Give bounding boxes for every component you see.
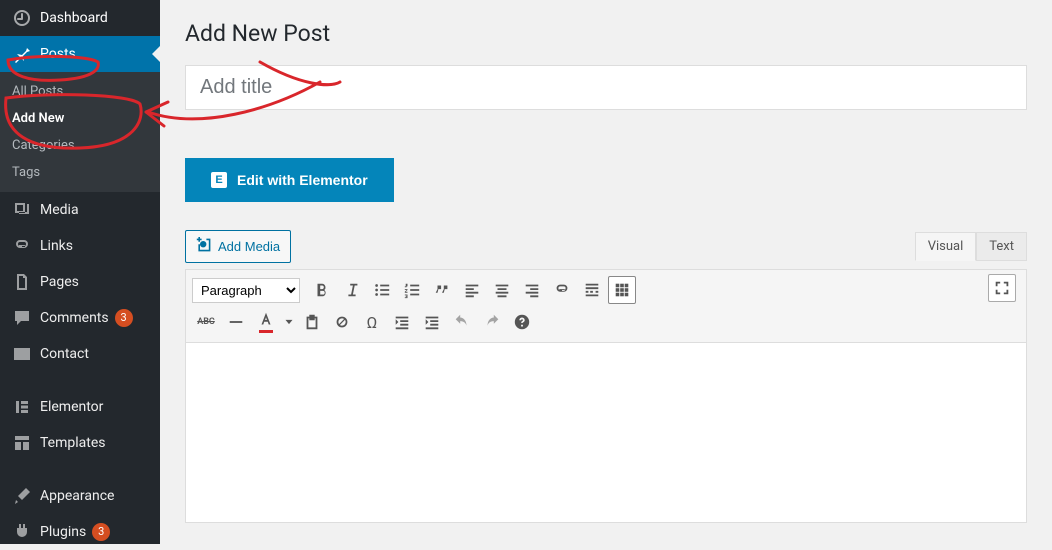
italic-button[interactable] bbox=[338, 276, 366, 304]
align-right-button[interactable] bbox=[518, 276, 546, 304]
fullscreen-button[interactable] bbox=[988, 274, 1016, 302]
sidebar-item-label: Posts bbox=[40, 46, 76, 62]
align-left-button[interactable] bbox=[458, 276, 486, 304]
admin-sidebar: Dashboard Posts All Posts Add New Catego… bbox=[0, 0, 160, 544]
sidebar-item-posts[interactable]: Posts bbox=[0, 36, 160, 72]
sidebar-item-label: Media bbox=[40, 202, 79, 218]
help-button[interactable] bbox=[508, 308, 536, 336]
sub-item-tags[interactable]: Tags bbox=[0, 159, 160, 186]
indent-button[interactable] bbox=[418, 308, 446, 336]
sidebar-item-label: Contact bbox=[40, 346, 89, 362]
sidebar-item-plugins[interactable]: Plugins 3 bbox=[0, 514, 160, 550]
numbered-list-button[interactable] bbox=[398, 276, 426, 304]
text-color-button[interactable] bbox=[252, 308, 280, 336]
undo-button[interactable] bbox=[448, 308, 476, 336]
align-center-button[interactable] bbox=[488, 276, 516, 304]
elementor-button-icon: E bbox=[211, 172, 227, 188]
add-media-button[interactable]: Add Media bbox=[185, 230, 291, 263]
post-title-input[interactable] bbox=[185, 65, 1027, 110]
sub-item-add-new[interactable]: Add New bbox=[0, 105, 160, 132]
mail-icon bbox=[12, 344, 32, 364]
brush-icon bbox=[12, 486, 32, 506]
sidebar-separator bbox=[0, 467, 160, 472]
media-add-icon bbox=[196, 237, 212, 256]
sidebar-item-label: Elementor bbox=[40, 399, 103, 415]
page-icon bbox=[12, 272, 32, 292]
plugins-badge: 3 bbox=[92, 523, 110, 541]
blockquote-button[interactable] bbox=[428, 276, 456, 304]
sidebar-item-label: Comments bbox=[40, 310, 109, 326]
toolbar-toggle-button[interactable] bbox=[608, 276, 636, 304]
format-select[interactable]: Paragraph bbox=[192, 278, 300, 303]
outdent-button[interactable] bbox=[388, 308, 416, 336]
sidebar-item-label: Templates bbox=[40, 435, 106, 451]
sidebar-item-label: Pages bbox=[40, 274, 79, 290]
insert-link-button[interactable] bbox=[548, 276, 576, 304]
plugin-icon bbox=[12, 522, 32, 542]
sidebar-item-elementor[interactable]: Elementor bbox=[0, 389, 160, 425]
clear-formatting-button[interactable] bbox=[328, 308, 356, 336]
sidebar-item-contact[interactable]: Contact bbox=[0, 336, 160, 372]
edit-with-elementor-button[interactable]: E Edit with Elementor bbox=[185, 158, 394, 202]
pin-icon bbox=[12, 44, 32, 64]
link-icon bbox=[12, 236, 32, 256]
comments-badge: 3 bbox=[115, 309, 133, 327]
read-more-button[interactable] bbox=[578, 276, 606, 304]
special-char-button[interactable]: Ω bbox=[358, 308, 386, 336]
editor-wrap: Add Media Visual Text Paragraph bbox=[185, 230, 1027, 523]
comment-icon bbox=[12, 308, 32, 328]
bold-button[interactable] bbox=[308, 276, 336, 304]
page-title: Add New Post bbox=[185, 20, 1027, 47]
media-icon bbox=[12, 200, 32, 220]
sidebar-item-media[interactable]: Media bbox=[0, 192, 160, 228]
sidebar-item-label: Appearance bbox=[40, 488, 114, 504]
text-color-dropdown-button[interactable] bbox=[282, 308, 296, 336]
bullet-list-button[interactable] bbox=[368, 276, 396, 304]
sidebar-item-label: Links bbox=[40, 238, 73, 254]
editor-toolbar: Paragraph ABC bbox=[185, 269, 1027, 343]
sidebar-separator bbox=[0, 378, 160, 383]
sidebar-item-label: Dashboard bbox=[40, 10, 108, 26]
redo-button[interactable] bbox=[478, 308, 506, 336]
elementor-button-label: Edit with Elementor bbox=[237, 172, 368, 188]
templates-icon bbox=[12, 433, 32, 453]
add-media-label: Add Media bbox=[218, 239, 280, 254]
tab-text[interactable]: Text bbox=[976, 232, 1027, 261]
sidebar-item-pages[interactable]: Pages bbox=[0, 264, 160, 300]
sub-item-all-posts[interactable]: All Posts bbox=[0, 78, 160, 105]
sidebar-item-links[interactable]: Links bbox=[0, 228, 160, 264]
sidebar-item-label: Plugins bbox=[40, 524, 86, 540]
strikethrough-button[interactable]: ABC bbox=[192, 308, 220, 336]
posts-submenu: All Posts Add New Categories Tags bbox=[0, 72, 160, 192]
sidebar-item-appearance[interactable]: Appearance bbox=[0, 478, 160, 514]
sidebar-item-templates[interactable]: Templates bbox=[0, 425, 160, 461]
paste-text-button[interactable] bbox=[298, 308, 326, 336]
dashboard-icon bbox=[12, 8, 32, 28]
sub-item-categories[interactable]: Categories bbox=[0, 132, 160, 159]
main-content: Add New Post E Edit with Elementor Add M… bbox=[160, 0, 1052, 544]
sidebar-item-comments[interactable]: Comments 3 bbox=[0, 300, 160, 336]
tab-visual[interactable]: Visual bbox=[915, 232, 977, 261]
horizontal-rule-button[interactable] bbox=[222, 308, 250, 336]
elementor-icon bbox=[12, 397, 32, 417]
content-editor[interactable] bbox=[185, 343, 1027, 523]
sidebar-item-dashboard[interactable]: Dashboard bbox=[0, 0, 160, 36]
